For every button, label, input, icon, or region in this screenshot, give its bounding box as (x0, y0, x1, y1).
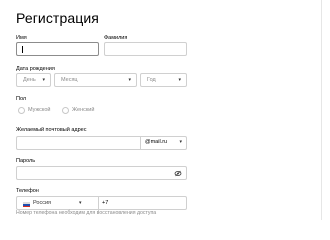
gender-male-radio[interactable] (18, 107, 25, 114)
email-domain-value: @mail.ru (145, 139, 168, 145)
page-title: Регистрация (16, 10, 99, 26)
birth-month-select[interactable]: Месяц ▾ (54, 73, 137, 87)
gender-female-radio[interactable] (62, 107, 69, 114)
text-caret (22, 46, 23, 53)
chevron-down-icon: ▾ (178, 77, 181, 83)
birth-day-select[interactable]: День ▾ (16, 73, 51, 87)
password-label: Пароль (16, 158, 36, 164)
phone-country-select[interactable]: Россия (33, 200, 51, 206)
first-name-label: Имя (16, 35, 27, 41)
chevron-down-icon: ▾ (128, 77, 131, 83)
email-label: Желаемый почтовый адрес (16, 127, 87, 133)
last-name-label: Фамилия (104, 35, 128, 41)
phone-hint: Номер телефона необходим для восстановле… (16, 210, 157, 216)
gender-female-label[interactable]: Женский (72, 107, 94, 113)
chevron-down-icon[interactable]: ▾ (79, 200, 82, 206)
first-name-input[interactable] (16, 42, 99, 56)
phone-label: Телефон (16, 188, 39, 194)
gender-male-label[interactable]: Мужской (28, 107, 50, 113)
birth-month-value: Месяц (61, 77, 78, 83)
birth-date-label: Дата рождения (16, 66, 55, 72)
chevron-down-icon: ▾ (42, 77, 45, 83)
eye-slash-icon[interactable] (174, 170, 182, 177)
chevron-down-icon: ▾ (179, 139, 182, 145)
phone-prefix: +7 (102, 200, 109, 206)
gender-label: Пол (16, 96, 27, 102)
birth-day-value: День (23, 77, 36, 83)
birth-year-value: Год (147, 77, 156, 83)
phone-divider (98, 197, 99, 211)
russia-flag-icon (23, 202, 30, 208)
email-domain-select[interactable]: @mail.ru ▾ (140, 136, 187, 150)
registration-card: Регистрация Имя Фамилия Дата рождения Де… (0, 0, 322, 220)
last-name-input[interactable] (104, 42, 187, 56)
phone-input[interactable]: Россия ▾ +7 (16, 196, 187, 211)
password-input[interactable] (16, 166, 187, 180)
birth-year-select[interactable]: Год ▾ (140, 73, 187, 87)
